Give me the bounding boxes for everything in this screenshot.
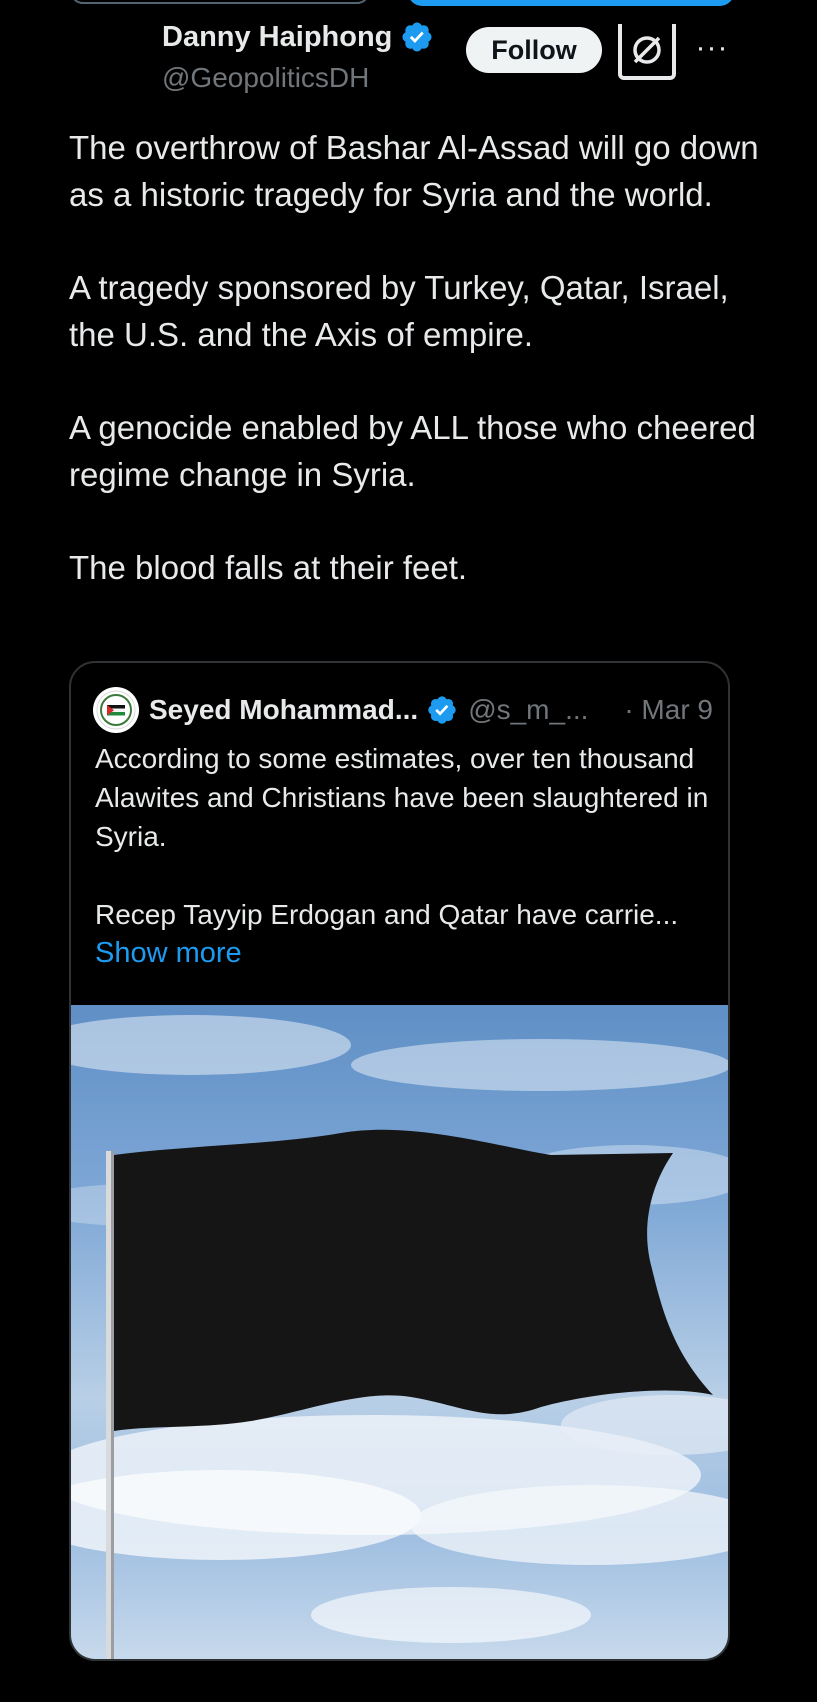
quoted-author-handle[interactable]: @s_m_... xyxy=(468,694,588,726)
tweet-header: Danny Haiphong @GeopoliticsDH Follow ··· xyxy=(0,0,817,110)
black-flag-image[interactable] xyxy=(71,1005,728,1659)
more-options-icon[interactable]: ··· xyxy=(694,28,730,68)
quoted-tweet-paragraph: According to some estimates, over ten th… xyxy=(95,743,709,852)
quoted-tweet-paragraph: Recep Tayyip Erdogan and Qatar have carr… xyxy=(95,899,679,930)
tweet-paragraph: The blood falls at their feet. xyxy=(69,549,468,586)
quoted-author-name[interactable]: Seyed Mohammad... xyxy=(149,694,418,726)
grok-icon[interactable] xyxy=(618,24,676,80)
quoted-tweet-header: Seyed Mohammad... @s_m_... · Mar 9 xyxy=(93,687,713,733)
author-name-row[interactable]: Danny Haiphong xyxy=(162,20,434,54)
tweet-paragraph: The overthrow of Bashar Al-Assad will go… xyxy=(69,129,759,213)
follow-button[interactable]: Follow xyxy=(466,27,602,73)
quoted-tweet-body: According to some estimates, over ten th… xyxy=(95,739,715,973)
author-display-name[interactable]: Danny Haiphong xyxy=(162,21,392,54)
verified-badge-icon xyxy=(400,20,434,54)
quoted-author-avatar[interactable] xyxy=(93,687,139,733)
author-handle[interactable]: @GeopoliticsDH xyxy=(162,62,369,94)
tweet-paragraph: A genocide enabled by ALL those who chee… xyxy=(69,409,756,493)
quoted-tweet-date[interactable]: · Mar 9 xyxy=(624,694,713,726)
verified-badge-icon xyxy=(426,694,458,726)
tweet-paragraph: A tragedy sponsored by Turkey, Qatar, Is… xyxy=(69,269,729,353)
show-more-link[interactable]: Show more xyxy=(95,934,715,973)
tweet-body: The overthrow of Bashar Al-Assad will go… xyxy=(69,124,759,637)
quoted-tweet-card[interactable]: Seyed Mohammad... @s_m_... · Mar 9 Accor… xyxy=(69,661,730,1661)
